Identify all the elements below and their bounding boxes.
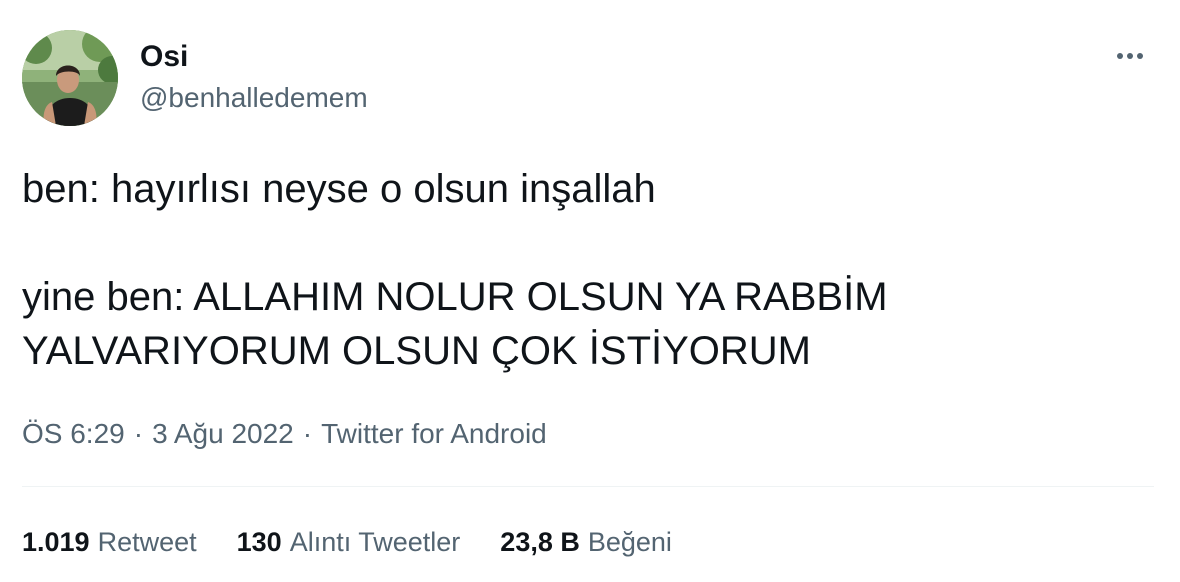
avatar[interactable] xyxy=(22,30,118,126)
more-button[interactable] xyxy=(1110,44,1150,68)
tweet-card: Osi @benhalledemem ben: hayırlısı neyse … xyxy=(0,0,1180,582)
tweet-stats: 1.019 Retweet 130 Alıntı Tweetler 23,8 B Be… xyxy=(22,524,672,560)
quotes-count: 130 xyxy=(236,527,282,557)
tweet-line: YALVARIYORUM OLSUN ÇOK İSTİYORUM xyxy=(22,329,812,373)
likes-label: Beğeni xyxy=(587,527,672,557)
author-name[interactable]: Osi xyxy=(140,40,188,74)
avatar-photo xyxy=(22,30,118,126)
meta-separator: · xyxy=(133,418,144,449)
tweet-source[interactable]: Twitter for Android xyxy=(321,418,547,449)
divider xyxy=(22,486,1154,487)
tweet-meta: ÖS 6:29 · 3 Ağu 2022 · Twitter for Android xyxy=(22,416,547,452)
author-handle[interactable]: @benhalledemem xyxy=(140,82,368,114)
tweet-date[interactable]: 3 Ağu 2022 xyxy=(152,418,294,449)
likes-stat[interactable]: 23,8 B Beğeni xyxy=(500,524,672,560)
quotes-stat[interactable]: 130 Alıntı Tweetler xyxy=(237,524,461,560)
likes-count: 23,8 B xyxy=(500,527,580,557)
tweet-line: yine ben: ALLAHIM NOLUR OLSUN YA RABBİM xyxy=(22,275,888,319)
quotes-label: Alıntı Tweetler xyxy=(289,527,461,557)
meta-separator: · xyxy=(302,418,313,449)
tweet-time[interactable]: ÖS 6:29 xyxy=(22,418,125,449)
tweet-text: ben: hayırlısı neyse o olsun inşallah yi… xyxy=(22,162,1142,378)
retweets-label: Retweet xyxy=(97,527,197,557)
more-horizontal-icon xyxy=(1117,53,1143,59)
retweets-count: 1.019 xyxy=(22,527,90,557)
retweets-stat[interactable]: 1.019 Retweet xyxy=(22,524,197,560)
tweet-line: ben: hayırlısı neyse o olsun inşallah xyxy=(22,167,656,211)
